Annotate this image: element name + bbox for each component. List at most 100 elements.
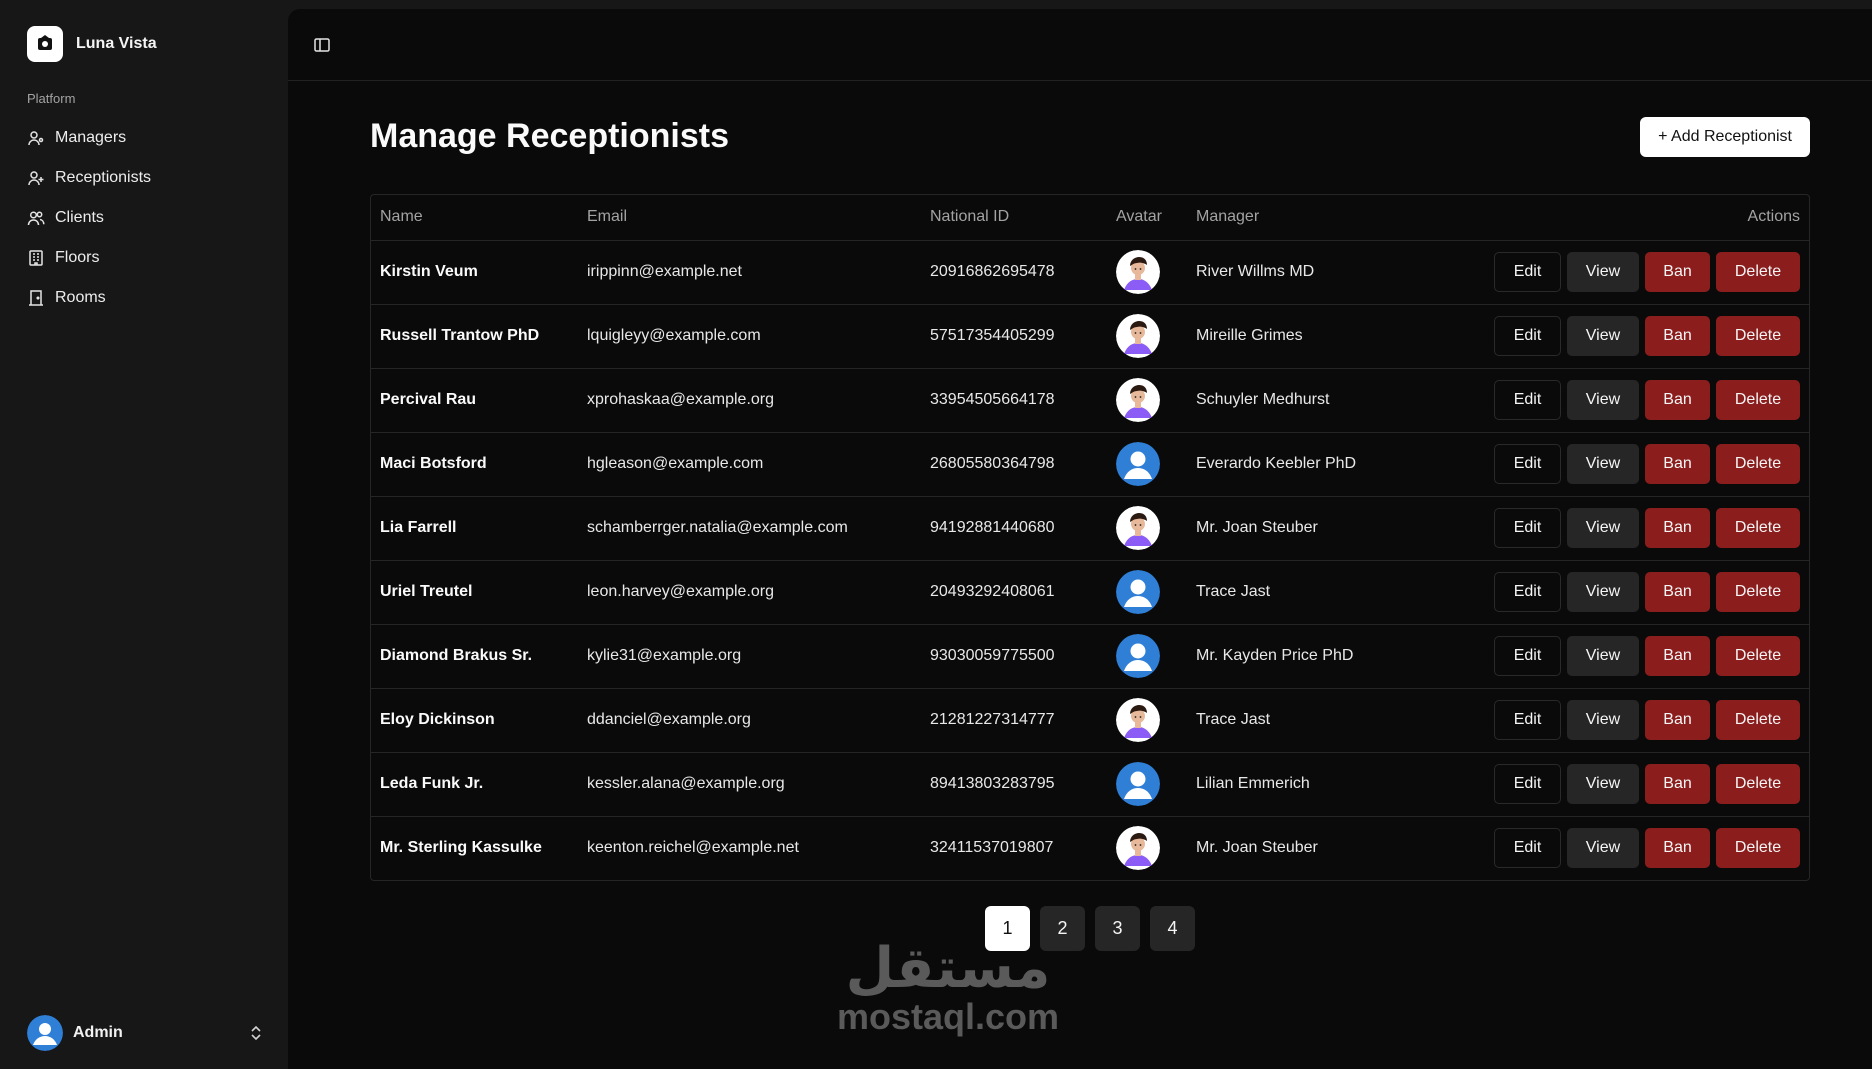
cell-actions: Edit View Ban Delete [1427, 496, 1809, 560]
edit-button[interactable]: Edit [1494, 764, 1561, 804]
ban-button[interactable]: Ban [1645, 700, 1710, 740]
edit-button[interactable]: Edit [1494, 380, 1561, 420]
edit-button[interactable]: Edit [1494, 444, 1561, 484]
sidebar-item-rooms[interactable]: Rooms [27, 278, 267, 318]
cell-national-id: 33954505664178 [930, 391, 1055, 408]
avatar [27, 1015, 63, 1051]
brand-name: Luna Vista [76, 35, 157, 52]
cell-email: leon.harvey@example.org [587, 583, 775, 600]
sidebar-item-label: Rooms [55, 289, 106, 306]
ban-button[interactable]: Ban [1645, 764, 1710, 804]
view-button[interactable]: View [1567, 700, 1639, 740]
cell-email: keenton.reichel@example.net [587, 839, 799, 857]
delete-button[interactable]: Delete [1716, 828, 1800, 869]
ban-button[interactable]: Ban [1645, 636, 1710, 676]
nav-section-label: Platform [27, 91, 76, 106]
sidebar-item-label: Floors [55, 249, 100, 266]
delete-button[interactable]: Delete [1716, 252, 1800, 292]
delete-button[interactable]: Delete [1716, 764, 1800, 804]
cell-avatar [1107, 560, 1187, 624]
cell-name: Kirstin Veum [380, 263, 478, 280]
delete-button[interactable]: Delete [1716, 508, 1800, 548]
view-button[interactable]: View [1567, 252, 1639, 292]
delete-button[interactable]: Delete [1716, 316, 1800, 356]
cell-manager: Lilian Emmerich [1196, 775, 1310, 792]
ban-button[interactable]: Ban [1645, 316, 1710, 356]
view-button[interactable]: View [1567, 572, 1639, 612]
cell-name: Lia Farrell [380, 519, 457, 536]
edit-button[interactable]: Edit [1494, 636, 1561, 676]
receptionists-table: Name Email National ID Avatar Manager Ac… [370, 194, 1810, 881]
edit-button[interactable]: Edit [1494, 572, 1561, 612]
ban-button[interactable]: Ban [1645, 444, 1710, 484]
edit-button[interactable]: Edit [1494, 508, 1561, 548]
cell-national-id: 32411537019807 [930, 839, 1054, 857]
delete-button[interactable]: Delete [1716, 636, 1800, 676]
ban-button[interactable]: Ban [1645, 252, 1710, 292]
delete-button[interactable]: Delete [1716, 572, 1800, 612]
edit-button[interactable]: Edit [1494, 828, 1561, 869]
cell-manager: Everardo Keebler PhD [1196, 455, 1357, 472]
cell-national-id: 57517354405299 [930, 327, 1055, 344]
cell-avatar [1107, 240, 1187, 304]
edit-button[interactable]: Edit [1494, 252, 1561, 292]
cell-avatar [1107, 624, 1187, 688]
cell-email: kylie31@example.org [587, 647, 742, 664]
sidebar-item-clients[interactable]: Clients [27, 198, 267, 238]
view-button[interactable]: View [1567, 764, 1639, 804]
ban-button[interactable]: Ban [1645, 380, 1710, 420]
cell-national-id: 26805580364798 [930, 455, 1055, 472]
ban-button[interactable]: Ban [1645, 828, 1710, 869]
table-row: Maci Botsford hgleason@example.com 2680558… [371, 432, 1809, 496]
cell-name: Maci Botsford [380, 455, 487, 472]
edit-button[interactable]: Edit [1494, 316, 1561, 356]
column-header-avatar: Avatar [1107, 195, 1187, 241]
sidebar-toggle-button[interactable] [308, 31, 336, 59]
delete-button[interactable]: Delete [1716, 444, 1800, 484]
avatar [1116, 826, 1160, 871]
ban-button[interactable]: Ban [1645, 572, 1710, 612]
view-button[interactable]: View [1567, 508, 1639, 548]
brand[interactable]: Luna Vista [27, 26, 157, 62]
view-button[interactable]: View [1567, 444, 1639, 484]
watermark-arabic: مستقل [845, 936, 1051, 1001]
sidebar-item-floors[interactable]: Floors [27, 238, 267, 278]
view-button[interactable]: View [1567, 316, 1639, 356]
cell-actions: Edit View Ban Delete [1427, 368, 1809, 432]
column-header-email: Email [578, 195, 921, 241]
table-row: Percival Rau xprohaskaa@example.org 339545… [371, 368, 1809, 432]
page-title: Manage Receptionists [370, 117, 729, 155]
cell-name: Leda Funk Jr. [380, 775, 484, 792]
topbar [288, 9, 1872, 81]
add-receptionist-button[interactable]: + Add Receptionist [1640, 117, 1810, 157]
table-row: Mr. Sterling Kassulke keenton.reichel@exa… [371, 816, 1809, 880]
sidebar-item-managers[interactable]: Managers [27, 118, 267, 158]
ban-button[interactable]: Ban [1645, 508, 1710, 548]
view-button[interactable]: View [1567, 828, 1639, 869]
avatar [1116, 250, 1160, 294]
cell-name: Uriel Treutel [380, 583, 473, 600]
sidebar-item-receptionists[interactable]: Receptionists [27, 158, 267, 198]
page-button-3[interactable]: 3 [1095, 906, 1140, 951]
edit-button[interactable]: Edit [1494, 700, 1561, 740]
cell-actions: Edit View Ban Delete [1427, 752, 1809, 816]
watermark-latin: mostaql.com [836, 996, 1060, 1037]
sidebar: Luna Vista Platform Managers Receptionis… [0, 0, 288, 1069]
user-menu[interactable]: Admin [27, 1013, 263, 1053]
sidebar-item-label: Clients [55, 209, 104, 226]
avatar [1116, 314, 1160, 358]
table-header-row: Name Email National ID Avatar Manager Ac… [371, 195, 1809, 241]
delete-button[interactable]: Delete [1716, 380, 1800, 420]
table-row: Kirstin Veum irippinn@example.net 20916862… [371, 240, 1809, 304]
cell-avatar [1107, 496, 1187, 560]
cell-email: hgleason@example.com [587, 455, 764, 472]
sidebar-nav: Managers Receptionists Clients Floors Ro… [27, 118, 267, 318]
delete-button[interactable]: Delete [1716, 700, 1800, 740]
cell-name: Diamond Brakus Sr. [380, 647, 533, 664]
cell-avatar [1107, 368, 1187, 432]
view-button[interactable]: View [1567, 380, 1639, 420]
user-plus-icon [28, 171, 44, 186]
page-button-4[interactable]: 4 [1150, 906, 1195, 951]
cell-manager: Trace Jast [1196, 583, 1271, 600]
view-button[interactable]: View [1567, 636, 1639, 676]
